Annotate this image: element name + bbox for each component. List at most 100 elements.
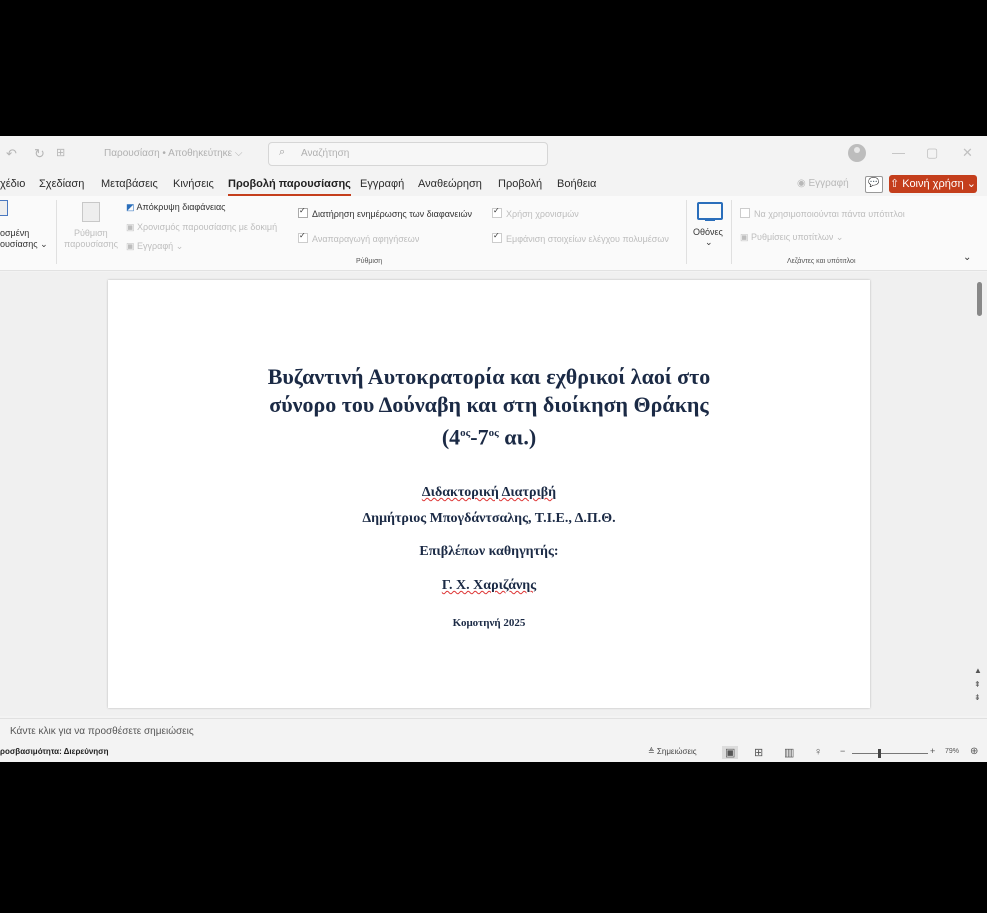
period-sup-1: ος: [460, 427, 471, 439]
slideshow-view-icon[interactable]: ♀: [814, 746, 822, 758]
hide-slide-button[interactable]: ◩ Απόκρυψη διαφάνειας: [126, 202, 226, 213]
tab-transitions[interactable]: Μεταβάσεις: [101, 178, 158, 190]
author: Δημήτριος Μπογδάντσαλης, Τ.Ι.Ε., Δ.Π.Θ.: [362, 511, 616, 526]
thesis-text: Διδακτορική Διατριβή: [421, 485, 557, 500]
group-label-setup: Ρύθμιση: [356, 258, 383, 265]
accessibility-status[interactable]: ροσβασιμότητα: Διερεύνηση: [0, 747, 109, 756]
reading-view-icon[interactable]: ▥: [784, 746, 794, 759]
vertical-scrollbar-thumb[interactable]: [977, 282, 982, 316]
slide-period: (4ος-7ος αι.): [108, 420, 870, 450]
period-end: αι.): [498, 424, 537, 450]
tab-help[interactable]: Βοήθεια: [557, 178, 596, 190]
tab-record[interactable]: Εγγραφή: [360, 178, 404, 190]
notes-placeholder: Κάντε κλικ για να προσθέσετε σημειώσεις: [10, 726, 194, 737]
prev-slide-icon[interactable]: ⇞: [974, 680, 981, 689]
undo-icon[interactable]: ↶: [6, 146, 17, 162]
media-controls-label: Εμφάνιση στοιχείων ελέγχου πολυμέσων: [506, 234, 669, 244]
zoom-slider[interactable]: [852, 753, 928, 754]
tab-design-partial[interactable]: χέδιο: [0, 178, 25, 190]
setup-show-label-1[interactable]: Ρύθμιση: [74, 228, 108, 238]
monitors-label[interactable]: Οθόνες: [693, 227, 723, 237]
present-icon[interactable]: ⊞: [56, 146, 65, 159]
monitor-icon[interactable]: [697, 202, 723, 221]
tab-slide-show[interactable]: Προβολή παρουσίασης: [228, 178, 351, 196]
period-sup-2: ος: [488, 427, 499, 439]
always-subtitles-label: Να χρησιμοποιούνται πάντα υπότιτλοι: [754, 209, 905, 219]
tab-animations[interactable]: Κινήσεις: [173, 178, 214, 190]
ribbon: οσμένη ουσίασης ⌄ Ρύθμιση παρουσίασης ◩ …: [0, 196, 987, 271]
checkbox-icon: [492, 231, 502, 243]
notes-pane[interactable]: Κάντε κλικ για να προσθέσετε σημειώσεις: [0, 718, 987, 745]
checkbox-icon: [298, 231, 308, 243]
always-subtitles-checkbox[interactable]: Να χρησιμοποιούνται πάντα υπότιτλοι: [740, 208, 905, 219]
tab-view[interactable]: Προβολή: [498, 178, 542, 190]
collapse-ribbon-icon[interactable]: ⌄: [963, 252, 971, 263]
chevron-down-icon[interactable]: ⌄: [705, 237, 713, 248]
next-slide-icon[interactable]: ⇟: [974, 693, 981, 702]
separator: [731, 200, 732, 264]
slide-title-line-2: σύνορο του Δούναβη και στη διοίκηση Θράκ…: [269, 392, 709, 417]
supervisor-text: Γ. Χ. Χαριζάνης: [441, 578, 537, 593]
zoom-level[interactable]: 79%: [945, 748, 959, 755]
supervisor-name: Γ. Χ. Χαριζάνης: [108, 578, 870, 594]
hide-slide-icon: ◩: [126, 202, 137, 212]
search-placeholder: Αναζήτηση: [301, 148, 350, 159]
slide-title-line-1: Βυζαντινή Αυτοκρατορία και εχθρικοί λαοί…: [267, 364, 711, 389]
period-start: (4: [441, 424, 461, 450]
notes-button[interactable]: ≜ Σημειώσεις: [648, 747, 697, 756]
tab-design[interactable]: Σχεδίαση: [39, 178, 84, 190]
thesis-label: Διδακτορική Διατριβή: [108, 485, 870, 501]
record-icon: ▣: [126, 241, 138, 251]
subtitle-settings-button[interactable]: ▣ Ρυθμίσεις υποτίτλων ⌄: [740, 232, 843, 243]
search-box[interactable]: ⌕ Αναζήτηση: [268, 142, 548, 166]
media-controls-checkbox[interactable]: Εμφάνιση στοιχείων ελέγχου πολυμέσων: [492, 231, 669, 244]
custom-show-label-2[interactable]: ουσίασης ⌄: [0, 239, 48, 250]
title-bar: ↶ ↻ ⊞ Παρουσίαση • Αποθηκεύτηκε ⌵ ⌕ Αναζ…: [0, 136, 987, 172]
record-ribbon-label: Εγγραφή: [137, 241, 174, 251]
checkbox-icon: [492, 206, 502, 218]
supervisor-label: Επιβλέπων καθηγητής:: [419, 544, 559, 559]
status-bar: ροσβασιμότητα: Διερεύνηση ≜ Σημειώσεις ▣…: [0, 744, 987, 762]
zoom-slider-knob[interactable]: [878, 749, 881, 758]
powerpoint-window: ↶ ↻ ⊞ Παρουσίαση • Αποθηκεύτηκε ⌵ ⌕ Αναζ…: [0, 136, 987, 762]
slide-canvas[interactable]: Βυζαντινή Αυτοκρατορία και εχθρικοί λαοί…: [108, 280, 870, 708]
use-timings-checkbox[interactable]: Χρήση χρονισμών: [492, 206, 579, 219]
fit-to-window-icon[interactable]: ⊕: [970, 746, 978, 757]
play-narrations-checkbox[interactable]: Αναπαραγωγή αφηγήσεων: [298, 231, 420, 244]
slide-sorter-icon[interactable]: ⊞: [754, 746, 763, 759]
record-button[interactable]: ◉ Εγγραφή: [797, 178, 849, 189]
setup-show-icon[interactable]: [82, 202, 100, 222]
close-icon[interactable]: ✕: [962, 145, 973, 161]
use-timings-label: Χρήση χρονισμών: [506, 209, 579, 219]
rehearse-timings-button[interactable]: ▣ Χρονισμός παρουσίασης με δοκιμή: [126, 222, 277, 233]
rehearse-label: Χρονισμός παρουσίασης με δοκιμή: [137, 222, 278, 232]
document-title[interactable]: Παρουσίαση • Αποθηκεύτηκε ⌵: [104, 148, 243, 159]
group-label-captions: Λεζάντες και υπότιτλοι: [787, 258, 856, 265]
tab-review[interactable]: Αναθεώρηση: [418, 178, 482, 190]
minimize-icon[interactable]: —: [892, 145, 905, 160]
checkbox-icon: [740, 208, 750, 218]
keep-updated-checkbox[interactable]: Διατήρηση ενημέρωσης των διαφανειών: [298, 206, 472, 219]
place-year: Κομοτηνή 2025: [452, 617, 526, 629]
custom-show-label-1[interactable]: οσμένη: [0, 228, 29, 238]
keep-updated-label: Διατήρηση ενημέρωσης των διαφανειών: [312, 209, 472, 219]
zoom-out-icon[interactable]: −: [840, 746, 845, 756]
setup-show-label-2[interactable]: παρουσίασης: [64, 239, 118, 249]
play-narrations-label: Αναπαραγωγή αφηγήσεων: [312, 234, 420, 244]
avatar[interactable]: [848, 144, 866, 162]
separator: [686, 200, 687, 264]
restore-icon[interactable]: ▢: [926, 145, 938, 161]
rehearse-icon: ▣: [126, 222, 138, 232]
hide-slide-label: Απόκρυψη διαφάνειας: [136, 202, 226, 212]
scroll-up-icon[interactable]: ▲: [974, 666, 982, 675]
subtitle-settings-label: Ρυθμίσεις υποτίτλων ⌄: [751, 232, 844, 242]
share-button[interactable]: ⇧ Κοινή χρήση ⌄: [889, 175, 977, 193]
record-ribbon-button[interactable]: ▣ Εγγραφή ⌄: [126, 241, 183, 252]
separator: [56, 200, 57, 264]
comment-icon[interactable]: 💬: [865, 176, 883, 193]
redo-icon[interactable]: ↻: [34, 146, 45, 162]
zoom-in-icon[interactable]: +: [930, 746, 935, 756]
normal-view-icon[interactable]: ▣: [722, 746, 739, 759]
custom-show-icon[interactable]: [0, 200, 8, 216]
search-icon: ⌕: [279, 146, 286, 158]
